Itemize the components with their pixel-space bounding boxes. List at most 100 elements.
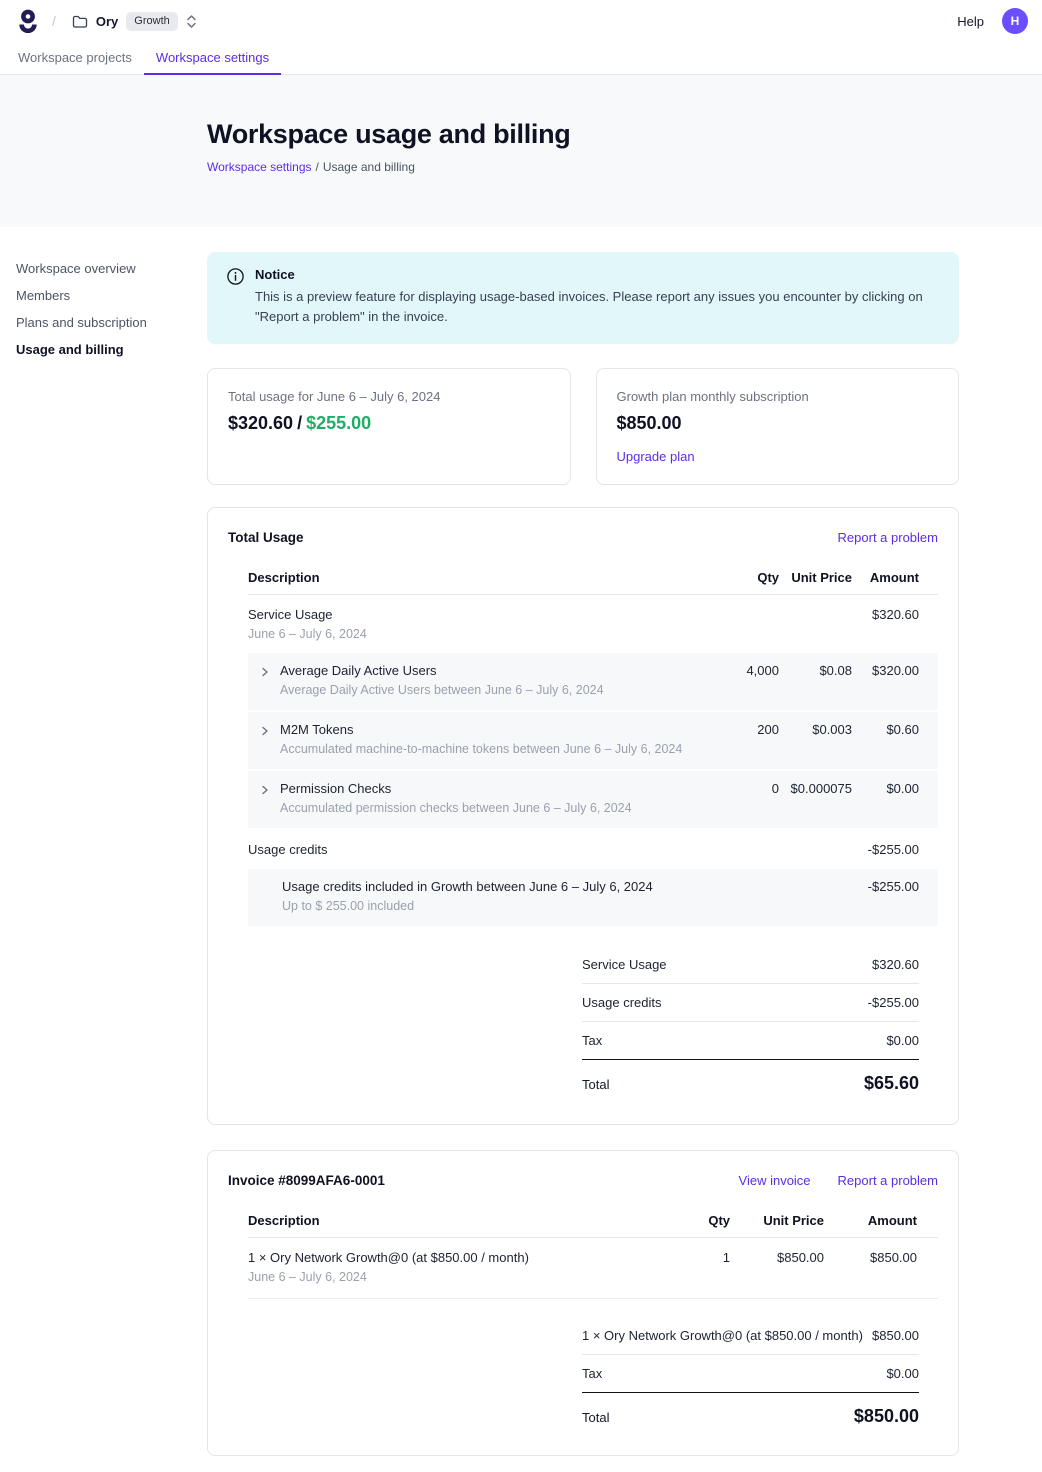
chevron-up-down-icon: [186, 14, 197, 29]
preview-notice-banner: Notice This is a preview feature for dis…: [207, 252, 959, 344]
total-usage-amount: $320.60/$255.00: [228, 413, 550, 434]
row-title: Usage credits included in Growth between…: [282, 879, 653, 895]
invoice-report-problem-link[interactable]: Report a problem: [838, 1173, 938, 1188]
table-row: Usage credits included in Growth between…: [248, 869, 938, 928]
row-title: Average Daily Active Users: [280, 663, 604, 679]
row-subtitle: Accumulated permission checks between Ju…: [280, 801, 632, 816]
upgrade-plan-link[interactable]: Upgrade plan: [617, 449, 695, 464]
summary-row: 1 × Ory Network Growth@0 (at $850.00 / m…: [582, 1317, 919, 1355]
total-value: $65.60: [864, 1073, 919, 1094]
summary-label: Service Usage: [582, 957, 667, 972]
row-unit-price: $0.003: [812, 722, 852, 737]
col-unit-price: Unit Price: [730, 1213, 824, 1228]
usage-credits-value: $255.00: [306, 413, 371, 433]
breadcrumb-separator: /: [316, 160, 319, 174]
summary-row: Usage credits -$255.00: [582, 984, 919, 1022]
expand-row-button[interactable]: [256, 781, 274, 797]
sidebar-item-members[interactable]: Members: [16, 282, 197, 309]
user-avatar[interactable]: H: [1002, 8, 1028, 34]
row-subtitle: June 6 – July 6, 2024: [248, 627, 367, 642]
col-amount: Amount: [824, 1213, 938, 1228]
workspace-name: Ory: [96, 14, 118, 29]
sidebar-item-workspace-overview[interactable]: Workspace overview: [16, 255, 197, 282]
table-row: Usage credits -$255.00: [248, 830, 938, 869]
row-subtitle: Average Daily Active Users between June …: [280, 683, 604, 698]
page-header: Workspace usage and billing Workspace se…: [0, 75, 1042, 227]
expand-row-button[interactable]: [256, 722, 274, 738]
total-value: $850.00: [854, 1406, 919, 1427]
page-title: Workspace usage and billing: [207, 119, 1042, 150]
row-amount: $0.00: [886, 781, 919, 796]
total-label: Total: [582, 1077, 609, 1092]
usage-amount-separator: /: [297, 413, 302, 433]
info-icon: [227, 267, 244, 327]
row-title: Service Usage: [248, 607, 367, 623]
path-separator: /: [52, 13, 56, 29]
summary-row: Service Usage $320.60: [582, 946, 919, 984]
workspace-tabbar: Workspace projects Workspace settings: [0, 42, 1042, 75]
usage-report-problem-link[interactable]: Report a problem: [838, 530, 938, 545]
usage-amount-value: $320.60: [228, 413, 293, 433]
ory-logo-icon[interactable]: [16, 8, 40, 34]
row-subtitle: June 6 – July 6, 2024: [248, 1270, 529, 1285]
invoice-table-header: Description Qty Unit Price Amount: [248, 1204, 938, 1238]
row-title: Usage credits: [248, 842, 327, 858]
col-qty: Qty: [640, 1213, 730, 1228]
usage-table: Description Qty Unit Price Amount Servic…: [248, 561, 938, 928]
total-usage-label: Total usage for June 6 – July 6, 2024: [228, 389, 550, 404]
usage-summary: Service Usage $320.60 Usage credits -$25…: [582, 946, 919, 1094]
summary-value: $0.00: [886, 1366, 919, 1381]
col-amount: Amount: [852, 570, 938, 585]
workspace-switcher[interactable]: Ory Growth: [68, 8, 201, 35]
breadcrumb-settings-link[interactable]: Workspace settings: [207, 160, 312, 174]
expand-row-button[interactable]: [256, 663, 274, 679]
subscription-label: Growth plan monthly subscription: [617, 389, 939, 404]
col-qty: Qty: [689, 570, 779, 585]
row-qty: 4,000: [746, 663, 779, 678]
row-unit-price: $0.000075: [791, 781, 852, 796]
row-subtitle: Up to $ 255.00 included: [282, 899, 653, 914]
row-unit-price: $850.00: [777, 1250, 824, 1265]
row-amount: -$255.00: [868, 842, 919, 857]
notice-title: Notice: [255, 267, 923, 282]
col-description: Description: [248, 1213, 640, 1228]
row-unit-price: $0.08: [819, 663, 852, 678]
plan-badge: Growth: [126, 12, 177, 31]
breadcrumb-current: Usage and billing: [323, 160, 415, 174]
help-link[interactable]: Help: [957, 14, 984, 29]
row-title: M2M Tokens: [280, 722, 682, 738]
sidebar-item-usage-billing[interactable]: Usage and billing: [16, 336, 197, 363]
usage-table-header: Description Qty Unit Price Amount: [248, 561, 938, 595]
table-row: Service Usage June 6 – July 6, 2024 $320…: [248, 595, 938, 653]
row-subtitle: Accumulated machine-to-machine tokens be…: [280, 742, 682, 757]
row-qty: 0: [772, 781, 779, 796]
invoice-card: Invoice #8099AFA6-0001 View invoice Repo…: [207, 1150, 959, 1456]
invoice-summary: 1 × Ory Network Growth@0 (at $850.00 / m…: [582, 1317, 919, 1427]
summary-total-row: Total $65.60: [582, 1060, 919, 1094]
breadcrumb: Workspace settings / Usage and billing: [207, 160, 1042, 174]
row-amount: $850.00: [870, 1250, 917, 1265]
total-usage-card: Total usage for June 6 – July 6, 2024 $3…: [207, 368, 571, 485]
view-invoice-link[interactable]: View invoice: [739, 1173, 811, 1188]
usage-card-title: Total Usage: [228, 530, 304, 545]
summary-value: $0.00: [886, 1033, 919, 1048]
summary-value: $850.00: [872, 1328, 919, 1343]
row-title: 1 × Ory Network Growth@0 (at $850.00 / m…: [248, 1250, 529, 1266]
col-description: Description: [248, 570, 689, 585]
tab-workspace-projects[interactable]: Workspace projects: [6, 42, 144, 75]
total-usage-invoice-card: Total Usage Report a problem Description…: [207, 507, 959, 1125]
row-qty: 200: [757, 722, 779, 737]
settings-sidebar: Workspace overview Members Plans and sub…: [0, 252, 207, 1456]
row-amount: $320.00: [872, 663, 919, 678]
summary-value: $320.60: [872, 957, 919, 972]
summary-label: Tax: [582, 1366, 602, 1381]
row-amount: $320.60: [872, 607, 919, 622]
invoice-title: Invoice #8099AFA6-0001: [228, 1173, 385, 1188]
invoice-table: Description Qty Unit Price Amount 1 × Or…: [248, 1204, 938, 1299]
row-title: Permission Checks: [280, 781, 632, 797]
subscription-card: Growth plan monthly subscription $850.00…: [596, 368, 960, 485]
tab-workspace-settings[interactable]: Workspace settings: [144, 42, 281, 75]
sidebar-item-plans-subscription[interactable]: Plans and subscription: [16, 309, 197, 336]
summary-value: -$255.00: [868, 995, 919, 1010]
summary-total-row: Total $850.00: [582, 1393, 919, 1427]
